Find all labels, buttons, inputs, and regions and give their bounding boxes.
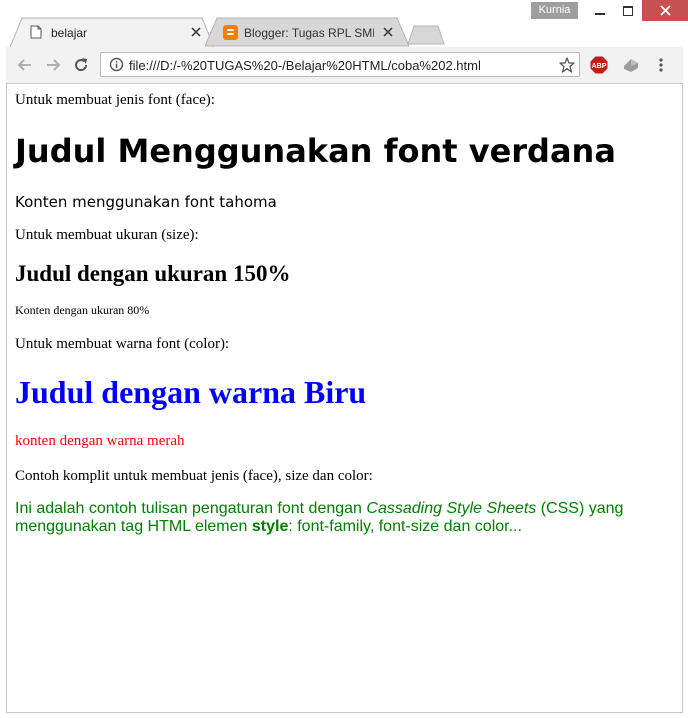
complete-intro-text: Contoh komplit untuk membuat jenis (face… xyxy=(15,468,373,484)
size-intro-text: Untuk membuat ukuran (size): xyxy=(15,227,199,243)
reload-icon[interactable] xyxy=(72,56,90,74)
tab-label: belajar xyxy=(51,26,88,40)
page-viewport: Untuk membuat jenis font (face): Judul M… xyxy=(6,84,683,713)
verdana-heading: Judul Menggunakan font verdana xyxy=(15,132,616,170)
url-text: file:///D:/-%20TUGAS%20-/Belajar%20HTML/… xyxy=(129,58,481,73)
size-paragraph: Konten dengan ukuran 80% xyxy=(15,303,150,317)
minimize-icon xyxy=(595,12,605,15)
blogger-icon xyxy=(223,25,238,40)
browser-toolbar: file:///D:/-%20TUGAS%20-/Belajar%20HTML/… xyxy=(6,47,683,84)
address-bar[interactable]: file:///D:/-%20TUGAS%20-/Belajar%20HTML/… xyxy=(100,52,580,77)
extension-icon[interactable] xyxy=(622,56,640,74)
forward-icon[interactable] xyxy=(44,56,62,74)
adblock-icon[interactable]: ABP xyxy=(590,56,608,74)
color-intro-text: Untuk membuat warna font (color): xyxy=(15,336,230,352)
complete-text-part: : font-family, font-size dan color... xyxy=(288,518,522,535)
close-icon xyxy=(659,5,671,16)
page-icon xyxy=(30,25,42,39)
tab-close-icon[interactable] xyxy=(190,26,202,38)
bold-style-word: style xyxy=(251,518,289,535)
adblock-label: ABP xyxy=(592,63,607,70)
tahoma-paragraph: Konten menggunakan font tahoma xyxy=(15,193,277,211)
face-intro-text: Untuk membuat jenis font (face): xyxy=(15,92,215,108)
bookmark-star-icon[interactable] xyxy=(559,57,575,73)
color-paragraph: konten dengan warna merah xyxy=(15,433,185,449)
complete-example-paragraph: Ini adalah contoh tulisan pengaturan fon… xyxy=(15,500,655,536)
info-icon[interactable] xyxy=(109,57,124,72)
maximize-icon xyxy=(623,5,633,16)
tab-strip: belajar Blogger: Tugas RPL SMK xyxy=(0,17,688,47)
size-heading: Judul dengan ukuran 150% xyxy=(15,261,291,286)
back-icon[interactable] xyxy=(16,56,34,74)
tab-belajar[interactable]: belajar xyxy=(10,17,214,47)
tab-blogger[interactable]: Blogger: Tugas RPL SMK xyxy=(205,17,409,47)
tab-label: Blogger: Tugas RPL SMK xyxy=(244,26,374,40)
italic-css-name: Cassading Style Sheets xyxy=(366,500,537,517)
color-heading: Judul dengan warna Biru xyxy=(15,374,367,410)
tab-close-icon[interactable] xyxy=(382,26,394,38)
new-tab-button[interactable] xyxy=(407,25,445,45)
complete-text-part: Ini adalah contoh tulisan pengaturan fon… xyxy=(15,500,367,517)
menu-icon[interactable] xyxy=(658,56,664,74)
